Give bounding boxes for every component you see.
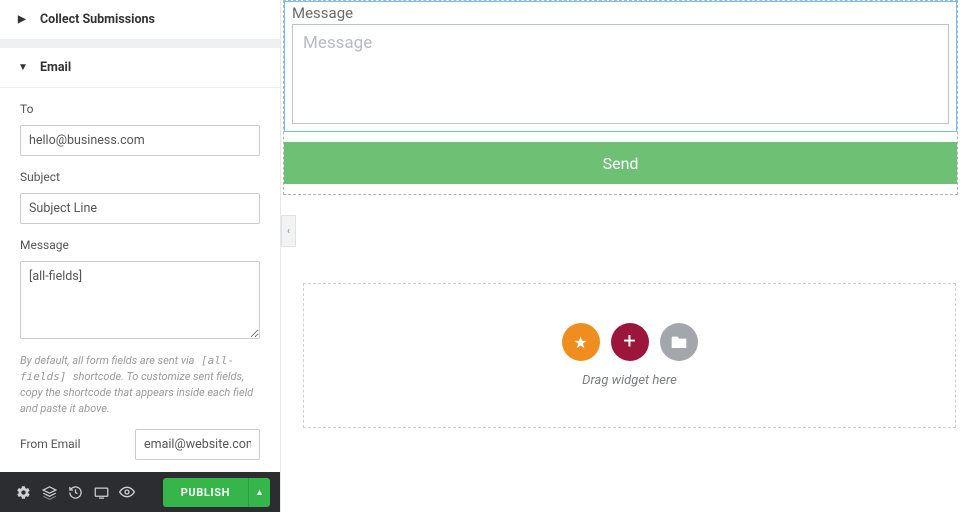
star-icon: ★ — [573, 333, 587, 352]
form-widget[interactable]: Message Message Send — [283, 0, 958, 195]
message-field-wrap[interactable]: Message Message — [284, 1, 957, 132]
gear-icon[interactable] — [10, 478, 36, 506]
email-panel: To Subject Message By default, all form … — [0, 88, 280, 472]
responsive-icon[interactable] — [88, 478, 114, 506]
send-button[interactable]: Send — [284, 142, 957, 184]
starred-widgets-button[interactable]: ★ — [562, 323, 600, 361]
help-text: By default, all form fields are sent via… — [20, 353, 260, 417]
section-email[interactable]: ▼ Email — [0, 48, 280, 88]
history-icon[interactable] — [62, 478, 88, 506]
sidebar: ▶ Collect Submissions ▼ Email To Subject… — [0, 0, 281, 512]
subject-input[interactable] — [20, 193, 260, 224]
navigator-icon[interactable] — [36, 478, 62, 506]
chevron-down-icon: ▼ — [18, 62, 32, 73]
section-label: Collect Submissions — [40, 12, 155, 27]
subject-label: Subject — [20, 170, 260, 184]
message-canvas-textarea[interactable]: Message — [292, 24, 949, 124]
chevron-left-icon: ‹ — [287, 226, 290, 237]
from-email-input[interactable] — [135, 429, 260, 460]
from-email-label: From Email — [20, 437, 80, 451]
to-input[interactable] — [20, 125, 260, 156]
section-collect-submissions[interactable]: ▶ Collect Submissions — [0, 0, 280, 40]
sidebar-collapse-handle[interactable]: ‹ — [281, 215, 296, 247]
section-label: Email — [40, 60, 71, 75]
dropzone-label: Drag widget here — [582, 373, 677, 388]
dropzone[interactable]: ★ + Drag widget here — [303, 283, 956, 428]
to-label: To — [20, 102, 260, 116]
add-widget-button[interactable]: + — [611, 323, 649, 361]
field-label: Message — [292, 2, 949, 24]
publish-button[interactable]: PUBLISH — [163, 478, 248, 507]
publish-more-button[interactable]: ▴ — [248, 478, 270, 507]
message-label: Message — [20, 238, 260, 252]
plus-icon: + — [623, 331, 635, 353]
canvas: Message Message Send ★ + Drag wi — [281, 0, 960, 512]
message-textarea[interactable] — [20, 261, 260, 339]
folder-icon — [671, 335, 687, 349]
template-library-button[interactable] — [660, 323, 698, 361]
bottom-toolbar: PUBLISH ▴ — [0, 472, 280, 512]
preview-icon[interactable] — [114, 478, 140, 506]
caret-up-icon: ▴ — [257, 487, 262, 498]
divider — [0, 40, 280, 48]
chevron-right-icon: ▶ — [18, 14, 32, 25]
